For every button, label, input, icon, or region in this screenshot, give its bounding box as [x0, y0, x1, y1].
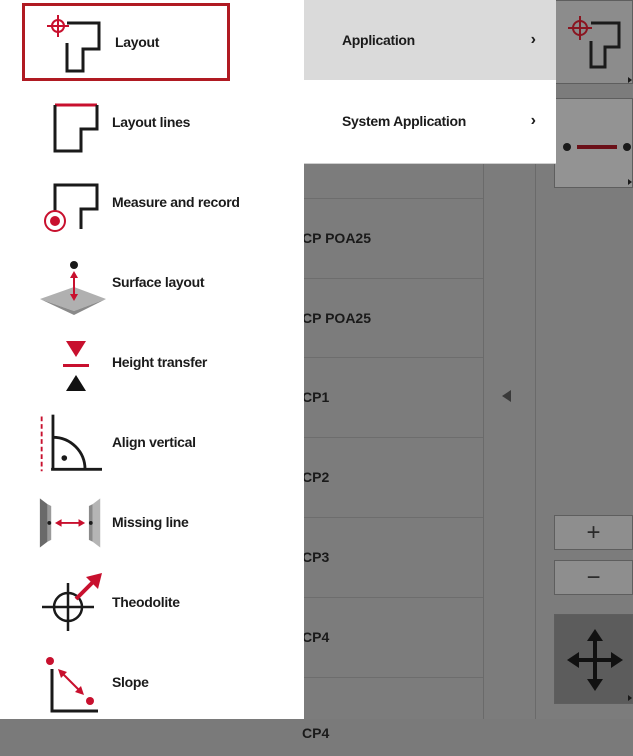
toolbar-layout-button[interactable]: [554, 0, 633, 84]
layout-submenu: Application › System Application ›: [304, 0, 556, 163]
menu-item-label: Theodolite: [112, 594, 180, 610]
zoom-out-button[interactable]: −: [554, 560, 633, 595]
menu-item-label: Layout: [115, 34, 160, 50]
chevron-right-icon: ›: [530, 31, 536, 48]
menu-item-theodolite[interactable]: Theodolite: [22, 563, 230, 641]
layout-line-icon: [563, 143, 632, 185]
layout-icon: [568, 16, 632, 83]
slope-icon: [46, 657, 98, 713]
menu-item-measure-and-record[interactable]: Measure and record: [22, 163, 240, 241]
point-list-row[interactable]: CP2: [300, 437, 483, 516]
layout-icon: [47, 15, 101, 73]
surface-layout-icon: [40, 261, 106, 315]
menu-item-label: Measure and record: [112, 194, 240, 210]
submenu-item-label: Application: [342, 32, 415, 48]
toolbar-layout-lines-button[interactable]: [554, 98, 633, 188]
chevron-right-icon: ›: [530, 112, 536, 129]
menu-item-layout-lines[interactable]: Layout lines: [22, 83, 230, 161]
menu-item-layout[interactable]: Layout: [22, 3, 230, 81]
point-list-row[interactable]: CP1: [300, 357, 483, 436]
point-list-row[interactable]: CP POA25: [300, 278, 483, 357]
point-list-row[interactable]: CP POA25: [300, 198, 483, 277]
menu-item-label: Align vertical: [112, 434, 196, 450]
measure-record-icon: [44, 183, 99, 232]
menu-item-label: Slope: [112, 674, 149, 690]
menu-item-label: Surface layout: [112, 274, 205, 290]
application-menu: Layout Layout lines Measure and record S…: [0, 0, 304, 719]
point-list-row[interactable]: CP4: [300, 597, 483, 676]
submenu-item-system-application[interactable]: System Application ›: [304, 81, 556, 161]
menu-item-label: Layout lines: [112, 114, 191, 130]
submenu-item-application[interactable]: Application ›: [304, 0, 556, 80]
point-list-row[interactable]: CP4: [300, 677, 483, 756]
menu-item-slope[interactable]: Slope: [22, 643, 230, 721]
missing-line-icon: [39, 498, 101, 548]
menu-item-surface-layout[interactable]: Surface layout: [22, 243, 230, 321]
align-vertical-icon: [40, 414, 102, 472]
height-transfer-icon: [63, 341, 89, 391]
menu-item-align-vertical[interactable]: Align vertical: [22, 403, 230, 481]
zoom-in-button[interactable]: +: [554, 515, 633, 550]
menu-item-label: Height transfer: [112, 354, 208, 370]
submenu-item-label: System Application: [342, 113, 466, 129]
pan-button[interactable]: [554, 614, 633, 704]
layout-lines-icon: [53, 103, 99, 153]
point-list-row[interactable]: CP3: [300, 517, 483, 596]
menu-item-height-transfer[interactable]: Height transfer: [22, 323, 230, 401]
theodolite-icon: [42, 573, 102, 631]
menu-item-missing-line[interactable]: Missing line: [22, 483, 230, 561]
move-arrows-icon: [567, 629, 632, 701]
collapse-panel-icon[interactable]: [502, 390, 511, 402]
menu-item-label: Missing line: [112, 514, 189, 530]
